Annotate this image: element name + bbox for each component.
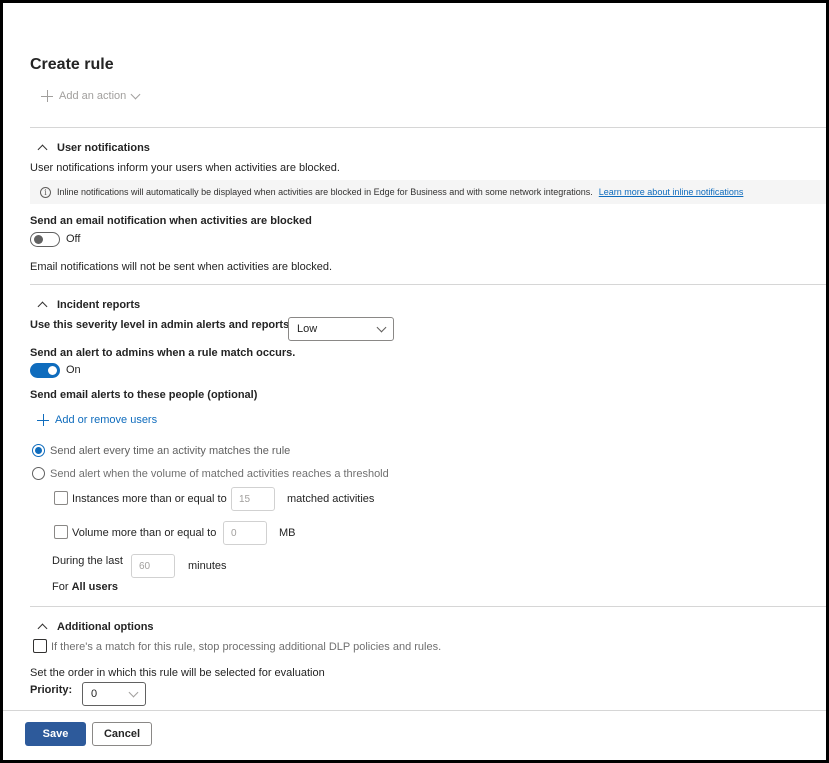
chevron-up-icon	[37, 623, 48, 634]
stop-processing-label[interactable]: If there's a match for this rule, stop p…	[51, 641, 441, 653]
section-heading: User notifications	[57, 142, 150, 154]
chevron-down-icon	[376, 322, 387, 332]
for-value: All users	[71, 581, 119, 593]
divider	[30, 127, 826, 128]
create-rule-panel: Create rule Add an action User notificat…	[0, 0, 829, 763]
page-title: Create rule	[30, 56, 114, 73]
add-action-label: Add an action	[59, 90, 127, 102]
plus-icon	[41, 90, 53, 102]
volume-input[interactable]: 0	[223, 521, 267, 545]
section-heading: Additional options	[57, 621, 154, 633]
toggle-knob	[34, 235, 43, 244]
chevron-up-icon	[37, 301, 48, 312]
volume-suffix: MB	[279, 527, 296, 539]
divider	[30, 284, 826, 285]
toggle-knob	[48, 366, 57, 375]
radio-threshold-label[interactable]: Send alert when the volume of matched ac…	[50, 468, 389, 480]
severity-dropdown[interactable]: Low	[288, 317, 394, 341]
plus-icon	[37, 414, 49, 426]
divider	[30, 606, 826, 607]
email-alerts-label: Send email alerts to these people (optio…	[30, 389, 258, 401]
add-remove-users-button[interactable]: Add or remove users	[37, 414, 157, 426]
priority-label: Priority:	[30, 684, 73, 696]
cancel-button[interactable]: Cancel	[92, 722, 152, 746]
priority-dropdown[interactable]: 0	[82, 682, 146, 706]
email-toggle-state: Off	[66, 233, 81, 245]
instances-label: Instances more than or equal to	[72, 493, 227, 505]
severity-value: Low	[297, 323, 318, 335]
save-button[interactable]: Save	[25, 722, 86, 746]
learn-more-link[interactable]: Learn more about inline notifications	[599, 187, 744, 197]
for-users-text: For All users	[52, 581, 118, 593]
instances-suffix: matched activities	[287, 493, 375, 505]
email-notification-toggle[interactable]	[30, 232, 60, 247]
volume-checkbox[interactable]	[54, 525, 68, 539]
during-suffix: minutes	[188, 560, 227, 572]
footer-divider	[3, 710, 826, 711]
during-label: During the last	[52, 555, 123, 567]
instances-checkbox[interactable]	[54, 491, 68, 505]
chevron-up-icon	[37, 144, 48, 155]
add-action-button[interactable]: Add an action	[41, 89, 141, 102]
radio-every-time[interactable]	[32, 444, 45, 457]
additional-options-header[interactable]: Additional options	[37, 621, 154, 634]
for-prefix: For	[52, 581, 69, 593]
email-toggle-label: Send an email notification when activiti…	[30, 215, 312, 227]
chevron-down-icon	[130, 89, 141, 99]
info-text: Inline notifications will automatically …	[57, 187, 593, 197]
section-heading: Incident reports	[57, 299, 141, 311]
add-users-label: Add or remove users	[55, 414, 158, 426]
chevron-down-icon	[128, 687, 139, 697]
order-label: Set the order in which this rule will be…	[30, 667, 325, 679]
volume-label: Volume more than or equal to	[72, 527, 217, 539]
user-notifications-header[interactable]: User notifications	[37, 142, 150, 155]
severity-label: Use this severity level in admin alerts …	[30, 319, 293, 331]
alert-toggle-label: Send an alert to admins when a rule matc…	[30, 347, 296, 359]
stop-processing-checkbox[interactable]	[33, 639, 47, 653]
incident-reports-header[interactable]: Incident reports	[37, 299, 141, 312]
during-input[interactable]: 60	[131, 554, 175, 578]
radio-every-time-label[interactable]: Send alert every time an activity matche…	[50, 445, 290, 457]
admin-alert-toggle[interactable]	[30, 363, 60, 378]
radio-threshold[interactable]	[32, 467, 45, 480]
info-bar: i Inline notifications will automaticall…	[30, 180, 826, 204]
info-icon: i	[40, 186, 51, 198]
priority-value: 0	[91, 688, 98, 700]
alert-toggle-state: On	[66, 364, 81, 376]
instances-input[interactable]: 15	[231, 487, 275, 511]
user-notifications-description: User notifications inform your users whe…	[30, 162, 340, 174]
email-note: Email notifications will not be sent whe…	[30, 261, 333, 273]
